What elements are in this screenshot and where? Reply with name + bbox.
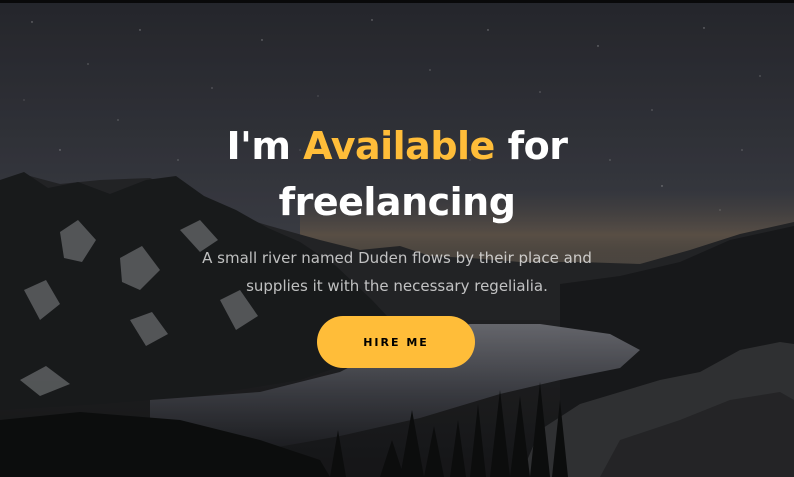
hero-section: I'm Available for freelancing A small ri…: [0, 0, 794, 477]
hire-me-button[interactable]: HIRE ME: [317, 316, 475, 368]
dark-overlay: [0, 0, 794, 477]
headline-suffix: for: [507, 124, 568, 168]
hero-subtext: A small river named Duden flows by their…: [202, 249, 592, 295]
hero-headline: I'm Available for freelancing: [150, 118, 644, 230]
headline-accent: Available: [303, 124, 495, 168]
headline-prefix: I'm: [226, 124, 291, 168]
headline-line2: freelancing: [278, 180, 516, 224]
